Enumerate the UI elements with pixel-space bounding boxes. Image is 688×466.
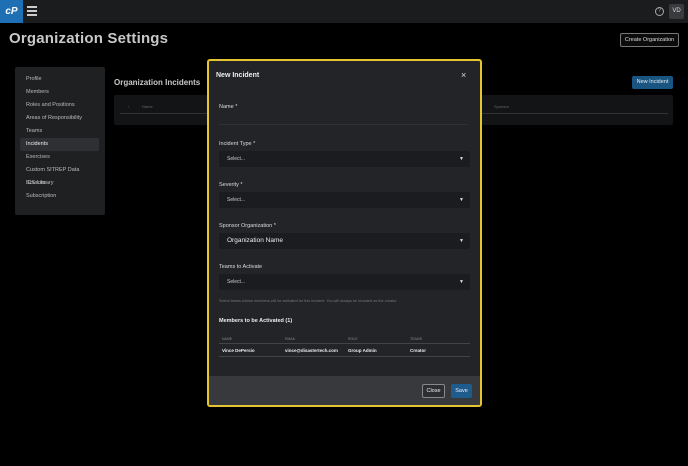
sidebar-item-ics-library[interactable]: ICS Library bbox=[20, 177, 99, 190]
save-button[interactable]: Save bbox=[451, 384, 472, 398]
modal-footer: Close Save bbox=[209, 376, 480, 405]
new-incident-modal: New Incident × Name * Incident Type * Se… bbox=[207, 59, 482, 407]
incident-type-label: Incident Type * bbox=[219, 141, 256, 147]
name-input[interactable] bbox=[219, 124, 468, 125]
sidebar-item-profile[interactable]: Profile bbox=[20, 73, 99, 86]
sidebar-item-sitrep-sources[interactable]: Custom SITREP Data Sources bbox=[20, 164, 99, 186]
incident-type-select[interactable]: Select... ▼ bbox=[219, 151, 470, 167]
top-bar: cP ? VD bbox=[0, 0, 688, 23]
members-heading: Members to be Activated (1) bbox=[219, 318, 293, 324]
teams-label: Teams to Activate bbox=[219, 264, 263, 270]
app-logo[interactable]: cP bbox=[0, 0, 23, 23]
sponsor-org-label: Sponsor Organization * bbox=[219, 223, 276, 229]
close-button[interactable]: Close bbox=[422, 384, 445, 398]
member-email: vince@disastertech.com bbox=[285, 348, 338, 353]
column-header-name: NAME bbox=[222, 337, 233, 341]
new-incident-button[interactable]: New Incident bbox=[632, 76, 673, 89]
sidebar-item-members[interactable]: Members bbox=[20, 86, 99, 99]
settings-sidebar: Profile Members Roles and Positions Area… bbox=[15, 67, 105, 215]
name-label: Name * bbox=[219, 104, 238, 110]
sidebar-item-teams[interactable]: Teams bbox=[20, 125, 99, 138]
teams-select[interactable]: Select... ▼ bbox=[219, 274, 470, 290]
sidebar-item-subscription[interactable]: Subscription bbox=[20, 190, 99, 203]
member-role: Group Admin bbox=[348, 348, 377, 353]
sidebar-item-roles[interactable]: Roles and Positions bbox=[20, 99, 99, 112]
column-header-name[interactable]: Name bbox=[142, 104, 153, 109]
help-icon[interactable]: ? bbox=[655, 7, 664, 16]
close-icon[interactable]: × bbox=[461, 71, 466, 80]
column-header-email: EMAIL bbox=[285, 337, 296, 341]
severity-select[interactable]: Select... ▼ bbox=[219, 192, 470, 208]
chevron-down-icon: ▼ bbox=[459, 197, 464, 203]
user-avatar[interactable]: VD bbox=[669, 4, 684, 19]
severity-value: Select... bbox=[227, 197, 246, 203]
divider bbox=[219, 343, 470, 344]
sidebar-item-areas[interactable]: Areas of Responsibility bbox=[20, 112, 99, 125]
sidebar-item-incidents[interactable]: Incidents bbox=[20, 138, 99, 151]
page-title: Organization Settings bbox=[9, 30, 169, 47]
severity-label: Severity * bbox=[219, 182, 243, 188]
member-name: Vince DePersio bbox=[222, 348, 255, 353]
column-header-sponsor[interactable]: Sponsor bbox=[494, 104, 509, 109]
incidents-heading: Organization Incidents bbox=[114, 78, 201, 87]
column-header-teams: TEAMS bbox=[410, 337, 423, 341]
sponsor-org-value: Organization Name bbox=[227, 237, 283, 244]
incident-type-value: Select... bbox=[227, 156, 246, 162]
chevron-down-icon: ▼ bbox=[459, 238, 464, 244]
teams-value: Select... bbox=[227, 279, 246, 285]
sidebar-item-exercises[interactable]: Exercises bbox=[20, 151, 99, 164]
divider bbox=[219, 356, 470, 357]
sort-icon[interactable]: ‹ bbox=[128, 104, 129, 109]
create-organization-button[interactable]: Create Organization bbox=[620, 33, 679, 47]
modal-title: New Incident bbox=[216, 72, 260, 79]
sponsor-org-select[interactable]: Organization Name ▼ bbox=[219, 233, 470, 249]
member-teams: Creator bbox=[410, 348, 427, 353]
chevron-down-icon: ▼ bbox=[459, 279, 464, 285]
menu-icon[interactable] bbox=[27, 6, 37, 16]
column-header-role: ROLE bbox=[348, 337, 358, 341]
teams-hint: Select teams whose members will be activ… bbox=[219, 299, 398, 303]
chevron-down-icon: ▼ bbox=[459, 156, 464, 162]
